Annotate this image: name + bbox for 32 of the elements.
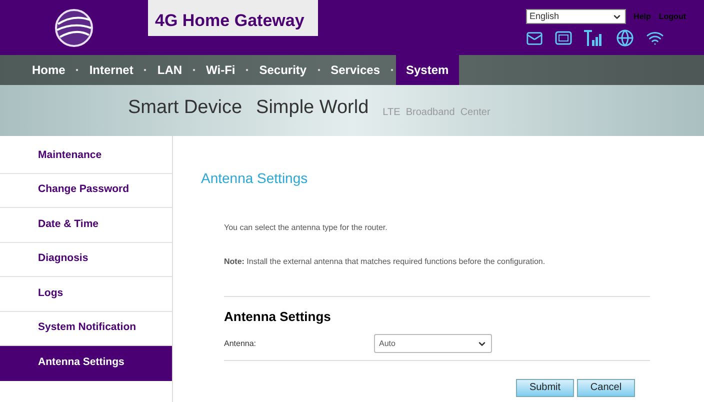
nav-tab[interactable]: Wi-Fi bbox=[198, 55, 244, 85]
signal-icon[interactable] bbox=[584, 30, 604, 46]
antenna-select[interactable]: Auto bbox=[374, 334, 492, 353]
sidebar-item[interactable]: Logs bbox=[0, 277, 172, 312]
sidebar-item[interactable]: Change Password bbox=[0, 174, 172, 208]
note-text: Note: Install the external antenna that matches required functions before the configuration. bbox=[224, 256, 546, 268]
nav-tab[interactable]: Services bbox=[322, 55, 388, 85]
language-select[interactable]: English bbox=[526, 9, 626, 24]
slogan: Simple World bbox=[256, 96, 369, 120]
intro-text: You can select the antenna type for the router. bbox=[224, 222, 388, 234]
form-button[interactable]: Cancel bbox=[577, 378, 635, 396]
product-title: 4G Home Gateway bbox=[148, 0, 318, 36]
nav-tab[interactable]: Home bbox=[24, 55, 74, 85]
globe-icon[interactable] bbox=[616, 29, 634, 47]
nav-tab[interactable]: Internet bbox=[81, 55, 142, 85]
nav-tab[interactable]: LAN bbox=[149, 55, 190, 85]
form-button[interactable]: Submit bbox=[516, 378, 574, 396]
sim-card-icon[interactable] bbox=[554, 31, 572, 45]
wifi-icon[interactable] bbox=[646, 29, 664, 47]
field-label: Antenna: bbox=[224, 338, 258, 350]
banner-subtitle: LTE Broadband Center bbox=[382, 106, 490, 120]
slogan: Smart Device bbox=[128, 96, 242, 120]
section-title: Antenna Settings bbox=[224, 308, 332, 326]
sidebar-item[interactable]: Diagnosis bbox=[0, 242, 172, 277]
mail-icon[interactable] bbox=[526, 30, 543, 46]
sidebar-item[interactable]: Maintenance bbox=[0, 139, 172, 174]
sidebar-item[interactable]: Date & Time bbox=[0, 208, 172, 242]
sidebar-item[interactable]: Antenna Settings bbox=[0, 346, 172, 380]
globe-logo-icon bbox=[54, 8, 94, 48]
nav-tab[interactable]: Security bbox=[251, 55, 315, 85]
page-title: Antenna Settings bbox=[201, 169, 309, 188]
nav-tab[interactable]: System bbox=[396, 55, 459, 85]
